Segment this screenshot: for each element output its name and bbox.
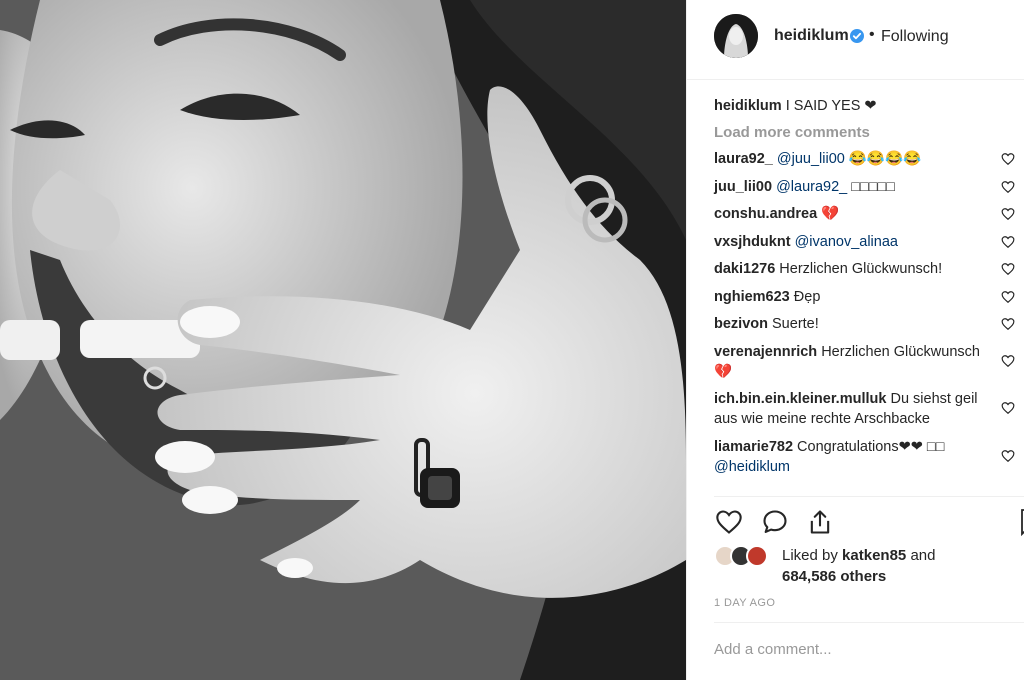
verified-badge-icon [850,29,864,43]
comment-item: conshu.andrea 💔 [714,204,1015,224]
comment-item: verenajennrich Herzlichen Glückwunsch 💔 [714,342,1015,382]
comment-item: daki1276 Herzlichen Glückwunsch! [714,259,1015,279]
share-icon[interactable] [806,508,834,536]
comment-username[interactable]: vxsjhduknt [714,234,791,250]
actions-divider [714,496,1024,497]
speech-bubble-icon[interactable] [760,508,790,536]
comment-item: ich.bin.ein.kleiner.mulluk Du siehst gei… [714,389,1015,429]
caption-text: I SAID YES ❤ [785,98,877,114]
comment-like-icon[interactable] [1001,207,1015,221]
comment-item: juu_lii00 @laura92_ □□□□□ [714,177,1015,197]
post-header: heidiklum • Following [687,0,1024,80]
caption-username[interactable]: heidiklum [714,98,782,114]
comment-box-divider [714,622,1024,623]
comment-like-icon[interactable] [1001,449,1015,463]
post-photo-illustration [0,0,686,680]
post-photo[interactable] [0,0,686,680]
load-more-comments-button[interactable]: Load more comments [714,123,1014,143]
comment-item: bezivon Suerte! [714,314,1015,334]
liked-by-user[interactable]: katken85 [842,547,906,564]
comment-like-icon[interactable] [1001,235,1015,249]
post-caption: heidiklum I SAID YES ❤ [714,96,1014,116]
comment-text: Đẹp [789,288,821,305]
comment-like-icon[interactable] [1001,401,1015,415]
liked-by-prefix: Liked by [782,547,838,564]
author-avatar[interactable] [714,14,758,58]
instagram-post-view: heidiklum • Following heidiklum I SAID Y… [0,0,1024,680]
liked-by-and: and [910,547,936,564]
avatar-image [714,14,758,58]
liked-by-text: Liked by katken85 and 684,586 others [782,545,935,587]
comment-text: 💔 [817,206,840,222]
add-comment-input[interactable]: Add a comment... [714,641,832,658]
comment-text: 😂😂😂😂 [844,151,922,167]
comment-username[interactable]: liamarie782 [714,439,793,455]
post-sidebar: heidiklum • Following heidiklum I SAID Y… [686,0,1024,680]
comment-item: laura92_ @juu_lii00 😂😂😂😂 [714,149,1015,169]
comment-text: □□□□□ [847,178,896,195]
comment-username[interactable]: ich.bin.ein.kleiner.mulluk [714,391,886,407]
comment-username[interactable]: laura92_ [714,151,773,167]
comment-username[interactable]: verenajennrich [714,344,817,360]
comment-like-icon[interactable] [1001,354,1015,368]
comment-text: Herzlichen Glückwunsch! [775,261,943,277]
comment-mention[interactable]: @laura92_ [776,179,847,195]
comment-like-icon[interactable] [1001,152,1015,166]
comment-like-icon[interactable] [1001,317,1015,331]
comment-mention[interactable]: @ivanov_alinaa [795,234,898,250]
heart-outline-icon[interactable] [714,508,744,536]
comment-text: Congratulations❤❤ □□ [793,438,945,455]
comment-item: vxsjhduknt @ivanov_alinaa [714,232,1015,252]
comments-list: heidiklum I SAID YES ❤ Load more comment… [714,96,1015,484]
comment-text: Suerte! [767,316,819,332]
comment-username[interactable]: conshu.andrea [714,206,817,222]
comment-mention[interactable]: @heidiklum [714,459,790,475]
comment-like-icon[interactable] [1001,180,1015,194]
comment-username[interactable]: bezivon [714,316,768,332]
likes-summary: Liked by katken85 and 684,586 others [714,545,1014,585]
comment-mention[interactable]: @juu_lii00 [777,151,845,167]
comment-item: nghiem623 Đẹp [714,287,1015,307]
comment-username[interactable]: daki1276 [714,261,775,277]
comment-username[interactable]: nghiem623 [714,289,790,305]
comment-username[interactable]: juu_lii00 [714,179,772,195]
liker-avatar[interactable] [746,545,768,567]
following-button[interactable]: Following [881,28,949,46]
comment-item: liamarie782 Congratulations❤❤ □□ @heidik… [714,437,1015,477]
post-timestamp[interactable]: 1 DAY AGO [714,597,775,609]
comment-like-icon[interactable] [1001,290,1015,304]
likes-others-count[interactable]: 684,586 others [782,568,886,585]
comment-like-icon[interactable] [1001,262,1015,276]
separator-dot: • [869,26,875,43]
author-username[interactable]: heidiklum [774,27,849,45]
